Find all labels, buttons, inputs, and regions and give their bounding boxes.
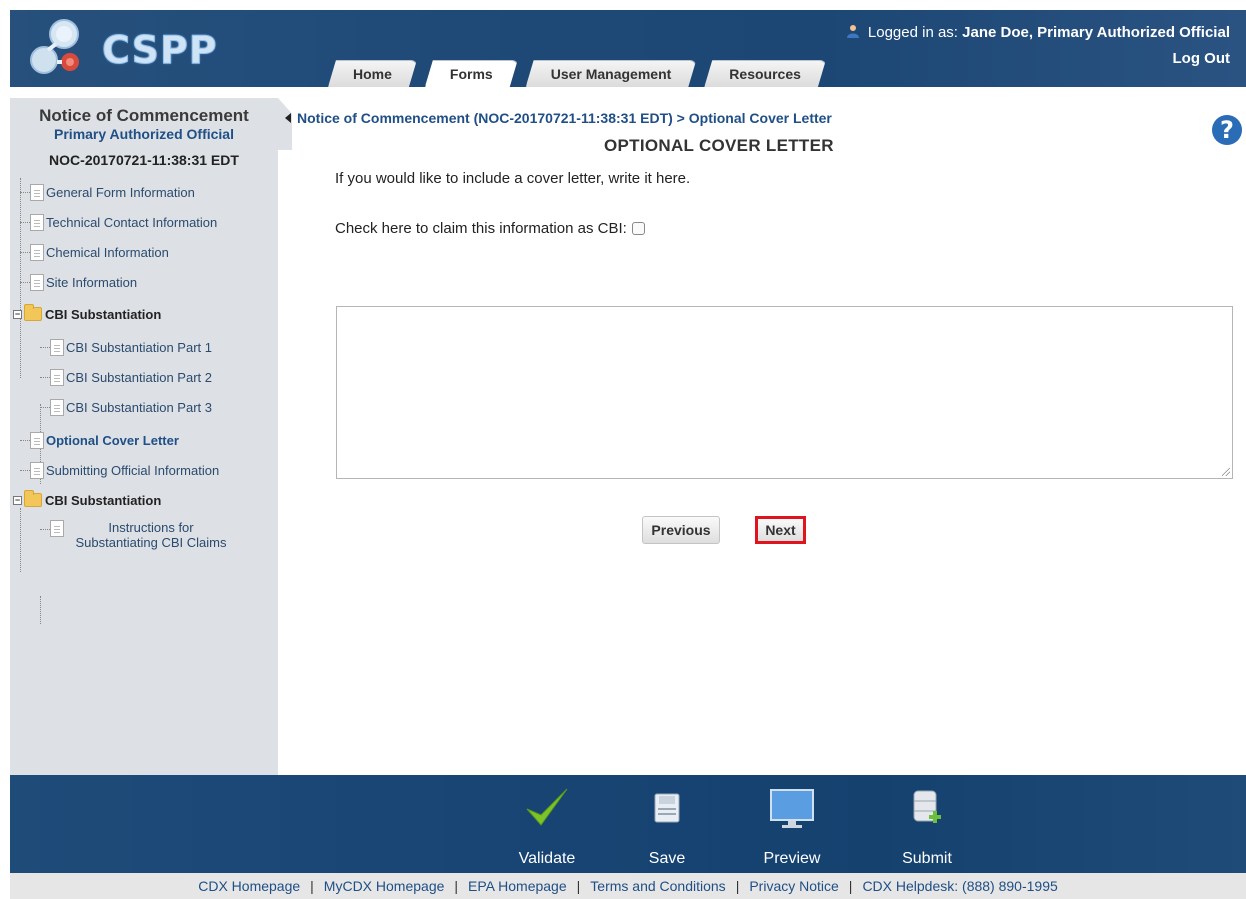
sidebar-item-technical-contact-information[interactable]: Technical Contact Information [20, 211, 217, 233]
collapse-sidebar-icon[interactable] [285, 113, 291, 123]
checkmark-icon [526, 788, 568, 826]
sidebar-item-optional-cover-letter[interactable]: Optional Cover Letter [20, 429, 179, 451]
folder-open-icon [24, 304, 42, 321]
validate-label: Validate [518, 850, 576, 867]
sidebar-item-label: CBI Substantiation Part 3 [66, 399, 212, 415]
document-icon [50, 398, 64, 416]
sidebar-item-chemical-information[interactable]: Chemical Information [20, 241, 169, 263]
sidebar-item-instructions-for-substantiating-cbi-claims[interactable]: Instructions for Substantiating CBI Clai… [40, 520, 236, 560]
sidebar-item-label: Submitting Official Information [46, 462, 220, 478]
footer-separator: | [735, 878, 740, 894]
tab-resources[interactable]: Resources [704, 60, 826, 87]
login-user: Jane Doe, Primary Authorized Official [962, 24, 1230, 41]
sidebar-item-label: CBI Substantiation [45, 492, 162, 508]
document-icon [30, 431, 44, 449]
document-icon [50, 368, 64, 386]
user-icon [846, 25, 859, 38]
sidebar-item-site-information[interactable]: Site Information [20, 271, 137, 293]
sidebar-item-cbi-substantiation-part-3[interactable]: CBI Substantiation Part 3 [40, 396, 212, 418]
login-prefix: Logged in as: [867, 24, 958, 41]
sidebar-item-cbi-substantiation[interactable]: − CBI Substantiation [13, 303, 161, 325]
cbi-claim-row: Check here to claim this information as … [335, 220, 645, 237]
form-navigation-sidebar: Notice of Commencement Primary Authorize… [10, 98, 278, 775]
folder-open-icon [24, 490, 42, 507]
floppy-disk-icon [654, 793, 680, 823]
tab-home[interactable]: Home [328, 60, 417, 87]
document-icon [30, 243, 44, 261]
intro-text: If you would like to include a cover let… [335, 170, 691, 187]
document-icon [30, 273, 44, 291]
sidebar-item-label: Instructions for Substantiating CBI Clai… [75, 520, 227, 550]
login-info: Logged in as: Jane Doe, Primary Authoriz… [846, 24, 1230, 41]
save-button[interactable]: Save [627, 775, 707, 873]
cspp-logo[interactable]: CSPP [24, 16, 224, 80]
document-icon [50, 338, 64, 356]
sidebar-subtitle: Primary Authorized Official [54, 126, 234, 142]
sidebar-item-label: Site Information [46, 274, 138, 290]
document-icon [50, 520, 64, 537]
sidebar-tab-notch [278, 98, 292, 150]
logo-text: CSPP [102, 28, 218, 73]
document-icon [30, 461, 44, 479]
tree-line [20, 508, 21, 572]
help-icon[interactable]: ? [1212, 115, 1242, 145]
previous-button[interactable]: Previous [642, 516, 720, 544]
app-header: CSPP Home Forms User Management Resource… [10, 10, 1246, 87]
database-plus-icon [913, 790, 941, 823]
footer-link-cdx-helpdesk[interactable]: CDX Helpdesk: (888) 890-1995 [862, 878, 1057, 894]
cover-letter-textarea[interactable] [336, 306, 1233, 479]
submit-button[interactable]: Submit [887, 775, 967, 873]
preview-label: Preview [763, 850, 821, 867]
form-action-toolbar: Validate Save Preview Submit [10, 775, 1246, 873]
validate-button[interactable]: Validate [507, 775, 587, 873]
sidebar-item-label: Chemical Information [46, 244, 169, 260]
sidebar-item-label: Technical Contact Information [46, 214, 218, 230]
sidebar-item-submitting-official-information[interactable]: Submitting Official Information [20, 459, 219, 481]
tree-line [40, 596, 41, 624]
breadcrumb[interactable]: Notice of Commencement (NOC-20170721-11:… [297, 110, 832, 126]
save-label: Save [648, 850, 686, 867]
document-icon [30, 183, 44, 201]
preview-button[interactable]: Preview [752, 775, 832, 873]
sidebar-item-cbi-substantiation-part-2[interactable]: CBI Substantiation Part 2 [40, 366, 212, 388]
collapse-icon[interactable]: − [13, 309, 22, 319]
footer-link-epa-homepage[interactable]: EPA Homepage [468, 878, 567, 894]
sidebar-item-label: CBI Substantiation [45, 306, 162, 322]
footer-separator: | [310, 878, 314, 894]
footer-separator: | [454, 878, 459, 894]
footer-link-terms-and-conditions[interactable]: Terms and Conditions [590, 878, 725, 894]
sidebar-item-label: CBI Substantiation Part 1 [66, 339, 212, 355]
sidebar-item-cbi-substantiation-2[interactable]: − CBI Substantiation [13, 489, 161, 511]
logout-link[interactable]: Log Out [1173, 50, 1230, 67]
page-footer: CDX Homepage | MyCDX Homepage | EPA Home… [10, 873, 1246, 899]
footer-link-mycdx-homepage[interactable]: MyCDX Homepage [324, 878, 445, 894]
document-icon [30, 213, 44, 231]
sidebar-item-label: CBI Substantiation Part 2 [66, 369, 212, 385]
footer-link-privacy-notice[interactable]: Privacy Notice [749, 878, 838, 894]
submit-label: Submit [902, 850, 952, 867]
cbi-claim-label: Check here to claim this information as … [335, 220, 627, 237]
footer-separator: | [576, 878, 581, 894]
tab-user-management[interactable]: User Management [526, 60, 697, 87]
next-button[interactable]: Next [755, 516, 806, 544]
resize-handle-icon[interactable] [1222, 468, 1230, 476]
monitor-icon [770, 789, 814, 828]
sidebar-item-general-form-information[interactable]: General Form Information [20, 181, 195, 203]
sidebar-item-label: General Form Information [46, 184, 195, 200]
molecule-logo-icon [30, 19, 79, 74]
footer-separator: | [848, 878, 853, 894]
sidebar-item-label: Optional Cover Letter [46, 432, 179, 448]
sidebar-title: Notice of Commencement [39, 106, 249, 125]
sidebar-item-cbi-substantiation-part-1[interactable]: CBI Substantiation Part 1 [40, 336, 212, 358]
cbi-claim-checkbox[interactable] [631, 222, 645, 235]
footer-link-cdx-homepage[interactable]: CDX Homepage [198, 878, 300, 894]
sidebar-form-id: NOC-20170721-11:38:31 EDT [49, 152, 239, 168]
collapse-icon[interactable]: − [13, 495, 22, 505]
tab-forms[interactable]: Forms [425, 60, 518, 87]
page-title: OPTIONAL COVER LETTER [604, 136, 834, 155]
main-nav-tabs: Home Forms User Management Resources [328, 60, 834, 87]
